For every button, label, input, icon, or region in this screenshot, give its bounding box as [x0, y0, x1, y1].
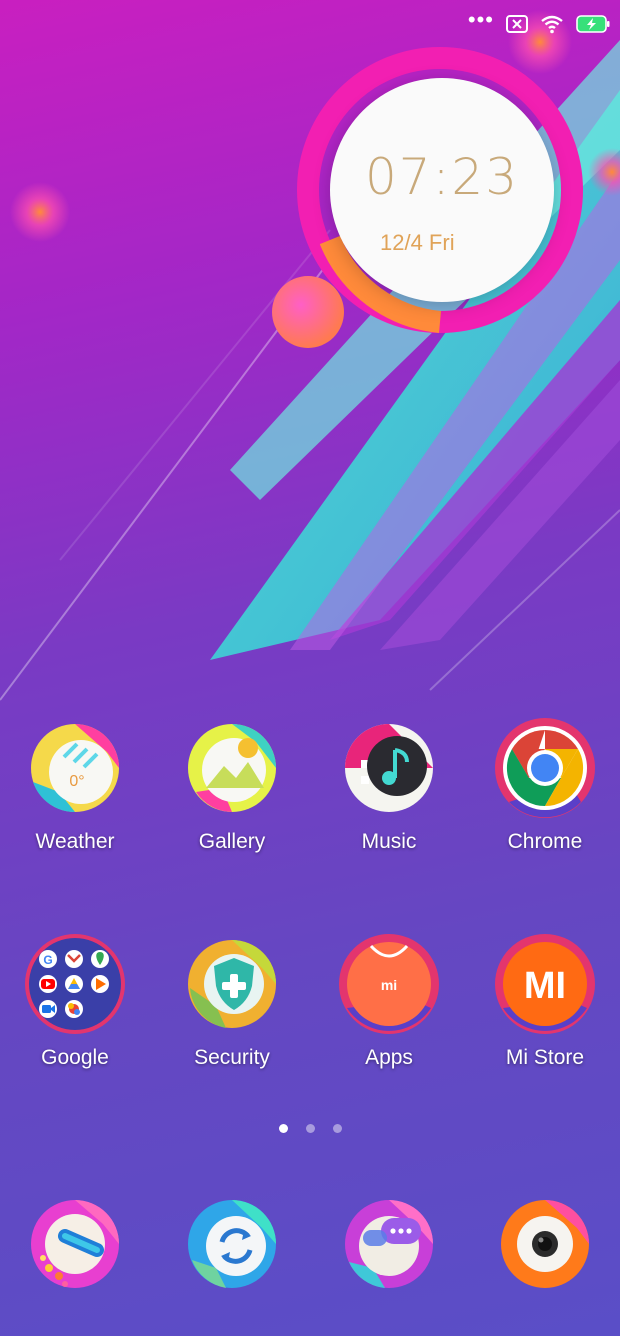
app-label: Weather — [35, 830, 115, 853]
page-dot-2[interactable] — [305, 1124, 315, 1133]
sync-browser-icon — [188, 1200, 276, 1288]
app-google-folder[interactable]: G Google — [0, 928, 153, 1070]
phone-icon — [31, 1200, 119, 1288]
app-security[interactable]: Security — [154, 928, 310, 1070]
dock-messages[interactable] — [311, 1188, 467, 1300]
app-label: Gallery — [198, 830, 266, 853]
app-label: Apps — [365, 1046, 413, 1069]
home-screen: ••• 07:23 12/4 Fri 0° Weather Gallery Mu… — [0, 0, 620, 1336]
wifi-icon — [541, 15, 563, 34]
dock-phone[interactable] — [0, 1188, 153, 1300]
svg-text:0°: 0° — [69, 773, 84, 790]
weather-icon: 0° — [31, 724, 119, 813]
chrome-icon — [495, 718, 595, 818]
svg-text:MI: MI — [524, 965, 566, 1007]
app-label: Google — [41, 1046, 109, 1069]
dock-sync-browser[interactable] — [154, 1188, 310, 1300]
status-bar: ••• — [467, 7, 610, 38]
status-overflow-indicator: ••• — [467, 7, 494, 32]
clock-widget[interactable]: 07:23 12/4 Fri — [330, 78, 554, 302]
svg-text:G: G — [43, 953, 52, 967]
music-icon — [345, 724, 433, 812]
app-weather[interactable]: 0° Weather — [0, 712, 153, 854]
google-folder-icon: G — [25, 934, 125, 1034]
gallery-icon — [188, 724, 276, 812]
app-label: Chrome — [507, 830, 583, 853]
app-label: Security — [194, 1046, 270, 1069]
dock-camera[interactable] — [467, 1188, 620, 1300]
app-label: Music — [361, 830, 417, 853]
mi-store-icon: MI — [495, 934, 595, 1034]
clock-time: 07:23 — [364, 148, 520, 206]
app-label: Mi Store — [505, 1046, 585, 1069]
camera-icon — [501, 1200, 589, 1288]
app-gallery[interactable]: Gallery — [154, 712, 310, 854]
security-icon — [188, 940, 276, 1028]
clock-date: 12/4 Fri — [380, 230, 455, 255]
sim-off-icon — [506, 15, 528, 33]
apps-store-icon: mi — [339, 934, 439, 1034]
battery-charging-icon — [576, 15, 610, 33]
app-mi-store[interactable]: MI Mi Store — [467, 928, 620, 1070]
app-chrome[interactable]: Chrome — [467, 712, 620, 854]
svg-text:mi: mi — [381, 977, 397, 993]
page-dot-3[interactable] — [332, 1124, 342, 1133]
page-dot-1[interactable] — [278, 1124, 288, 1133]
app-music[interactable]: Music — [311, 712, 467, 854]
page-indicator[interactable] — [0, 1124, 620, 1133]
messages-icon — [345, 1200, 433, 1288]
app-apps[interactable]: mi Apps — [311, 928, 467, 1070]
